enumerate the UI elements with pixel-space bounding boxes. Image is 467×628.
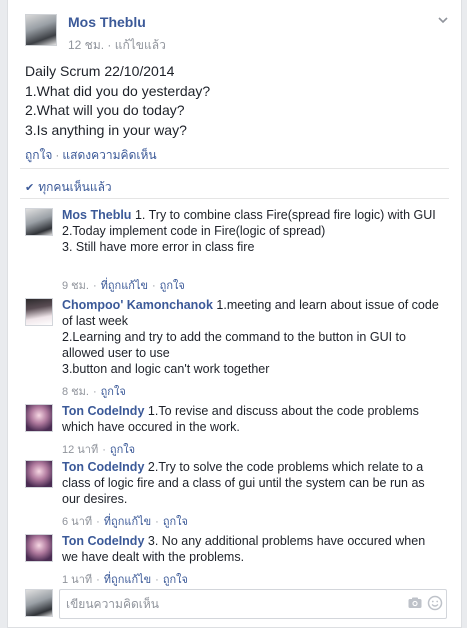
post-card: Mos Theblu 12 ชม. · แก้ไขแล้ว Daily Scru… — [7, 0, 462, 628]
comment-link[interactable]: แสดงความคิดเห็น — [62, 148, 156, 162]
seen-label: ทุกคนเห็นแล้ว — [38, 180, 112, 194]
viewer-avatar — [25, 589, 53, 617]
post-line: 2.What will you do today? — [25, 102, 185, 118]
smile-icon[interactable] — [427, 595, 443, 611]
meta-separator: · — [96, 574, 100, 586]
comment-edited-link[interactable]: ที่ถูกแก้ไข — [104, 574, 151, 586]
comment-timestamp[interactable]: 6 นาที — [62, 516, 92, 528]
like-link[interactable]: ถูกใจ — [25, 148, 52, 162]
comment-like-link[interactable]: ถูกใจ — [163, 574, 188, 586]
comment-timestamp[interactable]: 9 ชม. — [62, 280, 89, 292]
meta-separator: · — [102, 444, 106, 456]
meta-separator: · — [92, 386, 97, 398]
comment-meta: 1 นาที · ที่ถูกแก้ไข · ถูกใจ — [62, 570, 188, 588]
author-avatar[interactable] — [25, 14, 57, 46]
commenter-name[interactable]: Chompoo' Kamonchanok — [62, 298, 213, 312]
commenter-name[interactable]: Mos Theblu — [62, 208, 131, 222]
commenter-avatar[interactable] — [25, 460, 53, 488]
comment-input[interactable] — [59, 589, 447, 619]
comment-like-link[interactable]: ถูกใจ — [110, 444, 135, 456]
commenter-name[interactable]: Ton CodeIndy — [62, 460, 144, 474]
comment-meta: 9 ชม. · ที่ถูกแก้ไข · ถูกใจ — [62, 276, 185, 294]
commenter-avatar[interactable] — [25, 208, 53, 236]
post-meta: 12 ชม. · แก้ไขแล้ว — [68, 36, 166, 55]
meta-separator: · — [107, 38, 112, 52]
comment-line: 1. Try to combine class Fire(spread fire… — [134, 208, 436, 222]
comment-line: 3. Still have more error in class fire — [62, 240, 255, 254]
comment-timestamp[interactable]: 1 นาที — [62, 574, 92, 586]
commenter-avatar[interactable] — [25, 298, 53, 326]
comment-meta: 6 นาที · ที่ถูกแก้ไข · ถูกใจ — [62, 512, 188, 530]
comment-like-link[interactable]: ถูกใจ — [101, 386, 126, 398]
post-line: 3.Is anything in your way? — [25, 121, 187, 138]
comment-timestamp[interactable]: 8 ชม. — [62, 386, 89, 398]
divider — [20, 198, 449, 199]
post-edited-link[interactable]: แก้ไขแล้ว — [115, 38, 166, 52]
post-line: 1.What did you do yesterday? — [25, 82, 211, 99]
comment-text: Ton CodeIndy 1.To revise and discuss abo… — [62, 403, 442, 435]
comment-line: 2.Learning and try to add the command to… — [62, 330, 406, 360]
seen-indicator[interactable]: ✔ ทุกคนเห็นแล้ว — [25, 178, 112, 197]
comment-text: Chompoo' Kamonchanok 1.meeting and learn… — [62, 297, 442, 377]
divider — [20, 168, 449, 169]
comment-like-link[interactable]: ถูกใจ — [160, 280, 185, 292]
post-timestamp[interactable]: 12 ชม. — [68, 38, 104, 52]
commenter-avatar[interactable] — [25, 404, 53, 432]
chevron-down-icon[interactable] — [435, 14, 451, 30]
comment-edited-link[interactable]: ที่ถูกแก้ไข — [101, 280, 148, 292]
comment-composer — [25, 589, 447, 619]
camera-icon[interactable] — [407, 595, 423, 611]
post-actions: ถูกใจ · แสดงความคิดเห็น — [25, 146, 157, 165]
check-icon: ✔ — [25, 182, 35, 194]
comment-text: Ton CodeIndy 3. No any additional proble… — [62, 533, 442, 565]
meta-separator: · — [155, 516, 159, 528]
comment-line: 3.button and logic can't work together — [62, 362, 270, 376]
comment-meta: 8 ชม. · ถูกใจ — [62, 382, 126, 400]
comment-meta: 12 นาที · ถูกใจ — [62, 440, 135, 458]
meta-separator: · — [155, 574, 159, 586]
comment-text: Ton CodeIndy 2.Try to solve the code pro… — [62, 459, 442, 507]
meta-separator: · — [92, 280, 97, 292]
meta-separator: · — [152, 280, 156, 292]
commenter-name[interactable]: Ton CodeIndy — [62, 534, 144, 548]
comment-timestamp[interactable]: 12 นาที — [62, 444, 98, 456]
comment-line: 2.Today implement code in Fire(logic of … — [62, 224, 326, 238]
comment-edited-link[interactable]: ที่ถูกแก้ไข — [104, 516, 151, 528]
post-body: Daily Scrum 22/10/2014 1.What did you do… — [25, 62, 445, 140]
comment-like-link[interactable]: ถูกใจ — [163, 516, 188, 528]
meta-separator: · — [96, 516, 100, 528]
commenter-name[interactable]: Ton CodeIndy — [62, 404, 144, 418]
action-separator: · — [55, 148, 60, 162]
post-line: Daily Scrum 22/10/2014 — [25, 63, 175, 79]
comment-text: Mos Theblu 1. Try to combine class Fire(… — [62, 207, 442, 255]
commenter-avatar[interactable] — [25, 534, 53, 562]
post-author-name[interactable]: Mos Theblu — [68, 14, 146, 30]
